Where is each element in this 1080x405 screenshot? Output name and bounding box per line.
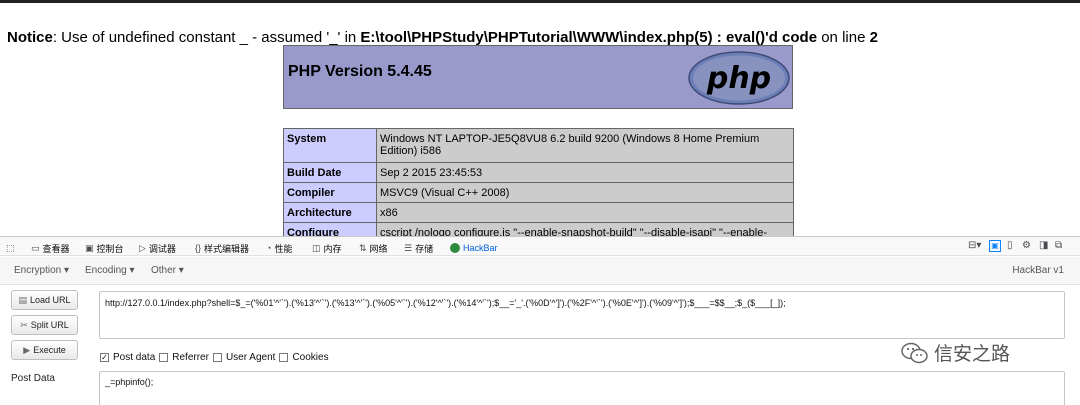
tab-performance[interactable]: ◔ 性能 — [266, 241, 292, 255]
tab-label: 网络 — [369, 243, 388, 254]
tab-network[interactable]: ⇅ 网络 — [359, 241, 388, 255]
execute-button[interactable]: ▶ Execute — [11, 340, 78, 360]
settings-gear-icon[interactable]: ⚙ — [1022, 240, 1031, 251]
notice-text: : Use of undefined constant _ - assumed … — [52, 29, 361, 46]
style-editor-icon: {} — [195, 243, 202, 253]
hackbar-menu: Encryption ▾ Encoding ▾ Other ▾ HackBar … — [0, 257, 1080, 285]
php-version-title: PHP Version 5.4.45 — [288, 63, 432, 80]
php-logo-text: php — [706, 61, 771, 96]
notice-path: E:\tool\PHPStudy\PHPTutorial\WWW\index.p… — [360, 29, 818, 46]
tab-storage[interactable]: ☰ 存储 — [404, 241, 433, 255]
menu-encryption[interactable]: Encryption ▾ — [14, 265, 69, 276]
watermark-text: 信安之路 — [934, 344, 1011, 365]
post-data-checkbox[interactable]: ✓ — [100, 353, 109, 362]
cookies-checkbox[interactable] — [279, 353, 289, 362]
debugger-icon: ▷ — [139, 242, 146, 253]
url-textarea[interactable]: http://127.0.0.1/index.php?shell=$_=('%0… — [99, 291, 1065, 339]
tab-label: HackBar — [463, 243, 498, 253]
table-row: Compiler MSVC9 (Visual C++ 2008) — [283, 182, 794, 203]
load-url-icon: ▤ — [18, 294, 27, 305]
tab-debugger[interactable]: ▷ 调试器 — [139, 241, 176, 255]
wechat-icon — [901, 342, 928, 363]
cookies-label: Cookies — [292, 352, 329, 363]
console-icon: ▣ — [85, 242, 94, 253]
post-data-textarea[interactable]: _=phpinfo(); — [99, 371, 1065, 405]
split-console-icon[interactable]: ▣ — [989, 240, 1001, 252]
pick-element-button[interactable]: ⬚ — [6, 241, 15, 255]
split-url-button[interactable]: ✂ Split URL — [11, 315, 78, 335]
tab-label: 查看器 — [42, 243, 70, 254]
network-icon: ⇅ — [359, 242, 367, 253]
hackbar-icon — [450, 243, 460, 253]
user-agent-label: User Agent — [225, 352, 276, 363]
row-value: Sep 2 2015 23:45:53 — [376, 162, 794, 183]
tab-console[interactable]: ▣ 控制台 — [85, 241, 124, 255]
tab-label: 调试器 — [148, 243, 176, 254]
phpinfo-header: PHP Version 5.4.45 php — [283, 45, 793, 109]
menu-encoding[interactable]: Encoding ▾ — [85, 265, 135, 276]
split-url-icon: ✂ — [20, 319, 28, 330]
tab-label: 样式编辑器 — [204, 243, 250, 254]
window-top-border — [0, 0, 1080, 3]
devtools-toolbar: ⬚ ▭ 查看器 ▣ 控制台 ▷ 调试器 {} 样式编辑器 ◔ 性能 ◫ 内存 ⇅ 网络 ☰ 存储… — [0, 236, 1080, 256]
watermark: 信安之路 — [900, 339, 1010, 366]
load-url-button[interactable]: ▤ Load URL — [11, 290, 78, 310]
storage-icon: ☰ — [404, 242, 413, 253]
notice-label: Notice — [7, 29, 53, 46]
tab-label: 内存 — [323, 243, 342, 254]
row-key: Architecture — [283, 202, 377, 223]
tab-style-editor[interactable]: {} 样式编辑器 — [195, 241, 249, 255]
referrer-checkbox[interactable] — [159, 353, 169, 362]
notice-line: 2 — [869, 29, 878, 46]
referrer-label: Referrer — [172, 352, 209, 363]
row-value: x86 — [376, 202, 794, 223]
php-logo: php — [688, 51, 790, 105]
hackbar-version: HackBar v1 — [1012, 265, 1064, 276]
menu-other[interactable]: Other ▾ — [151, 265, 184, 276]
row-key: Build Date — [283, 162, 377, 183]
button-label: Load URL — [29, 295, 71, 305]
pick-element-icon: ⬚ — [6, 242, 15, 253]
options-row: ✓ Post data Referrer User Agent Cookies — [100, 352, 329, 363]
table-row: Build Date Sep 2 2015 23:45:53 — [283, 162, 794, 183]
row-key: Compiler — [283, 182, 377, 203]
table-row: Architecture x86 — [283, 202, 794, 223]
execute-icon: ▶ — [23, 344, 31, 355]
table-row: System Windows NT LAPTOP-JE5Q8VU8 6.2 bui… — [283, 128, 794, 163]
tab-label: 性能 — [274, 243, 293, 254]
phpinfo-table: System Windows NT LAPTOP-JE5Q8VU8 6.2 bui… — [283, 128, 794, 243]
php-notice: Notice: Use of undefined constant _ - as… — [7, 29, 878, 46]
post-data-label: Post data — [113, 352, 156, 363]
row-key: System — [283, 128, 377, 163]
separate-window-icon[interactable]: ⧉ — [1055, 240, 1062, 251]
tab-label: 存储 — [415, 243, 434, 254]
memory-icon: ◫ — [312, 242, 321, 253]
tab-label: 控制台 — [96, 243, 124, 254]
dock-bottom-icon[interactable]: ⊟▾ — [968, 240, 981, 251]
user-agent-checkbox[interactable] — [212, 353, 222, 362]
post-data-field-label: Post Data — [11, 373, 55, 384]
responsive-design-icon[interactable]: ▯ — [1007, 240, 1013, 251]
notice-text-mid: on line — [817, 29, 870, 46]
tab-hackbar[interactable]: HackBar — [450, 241, 498, 255]
performance-icon: ◔ — [266, 243, 272, 253]
button-label: Execute — [33, 345, 66, 355]
tab-inspector[interactable]: ▭ 查看器 — [31, 241, 70, 255]
row-value: MSVC9 (Visual C++ 2008) — [376, 182, 794, 203]
row-value: Windows NT LAPTOP-JE5Q8VU8 6.2 build 920… — [376, 128, 794, 163]
dock-side-icon[interactable]: ◨ — [1039, 240, 1048, 251]
button-label: Split URL — [30, 320, 69, 330]
inspector-icon: ▭ — [31, 242, 40, 253]
tab-memory[interactable]: ◫ 内存 — [312, 241, 342, 255]
